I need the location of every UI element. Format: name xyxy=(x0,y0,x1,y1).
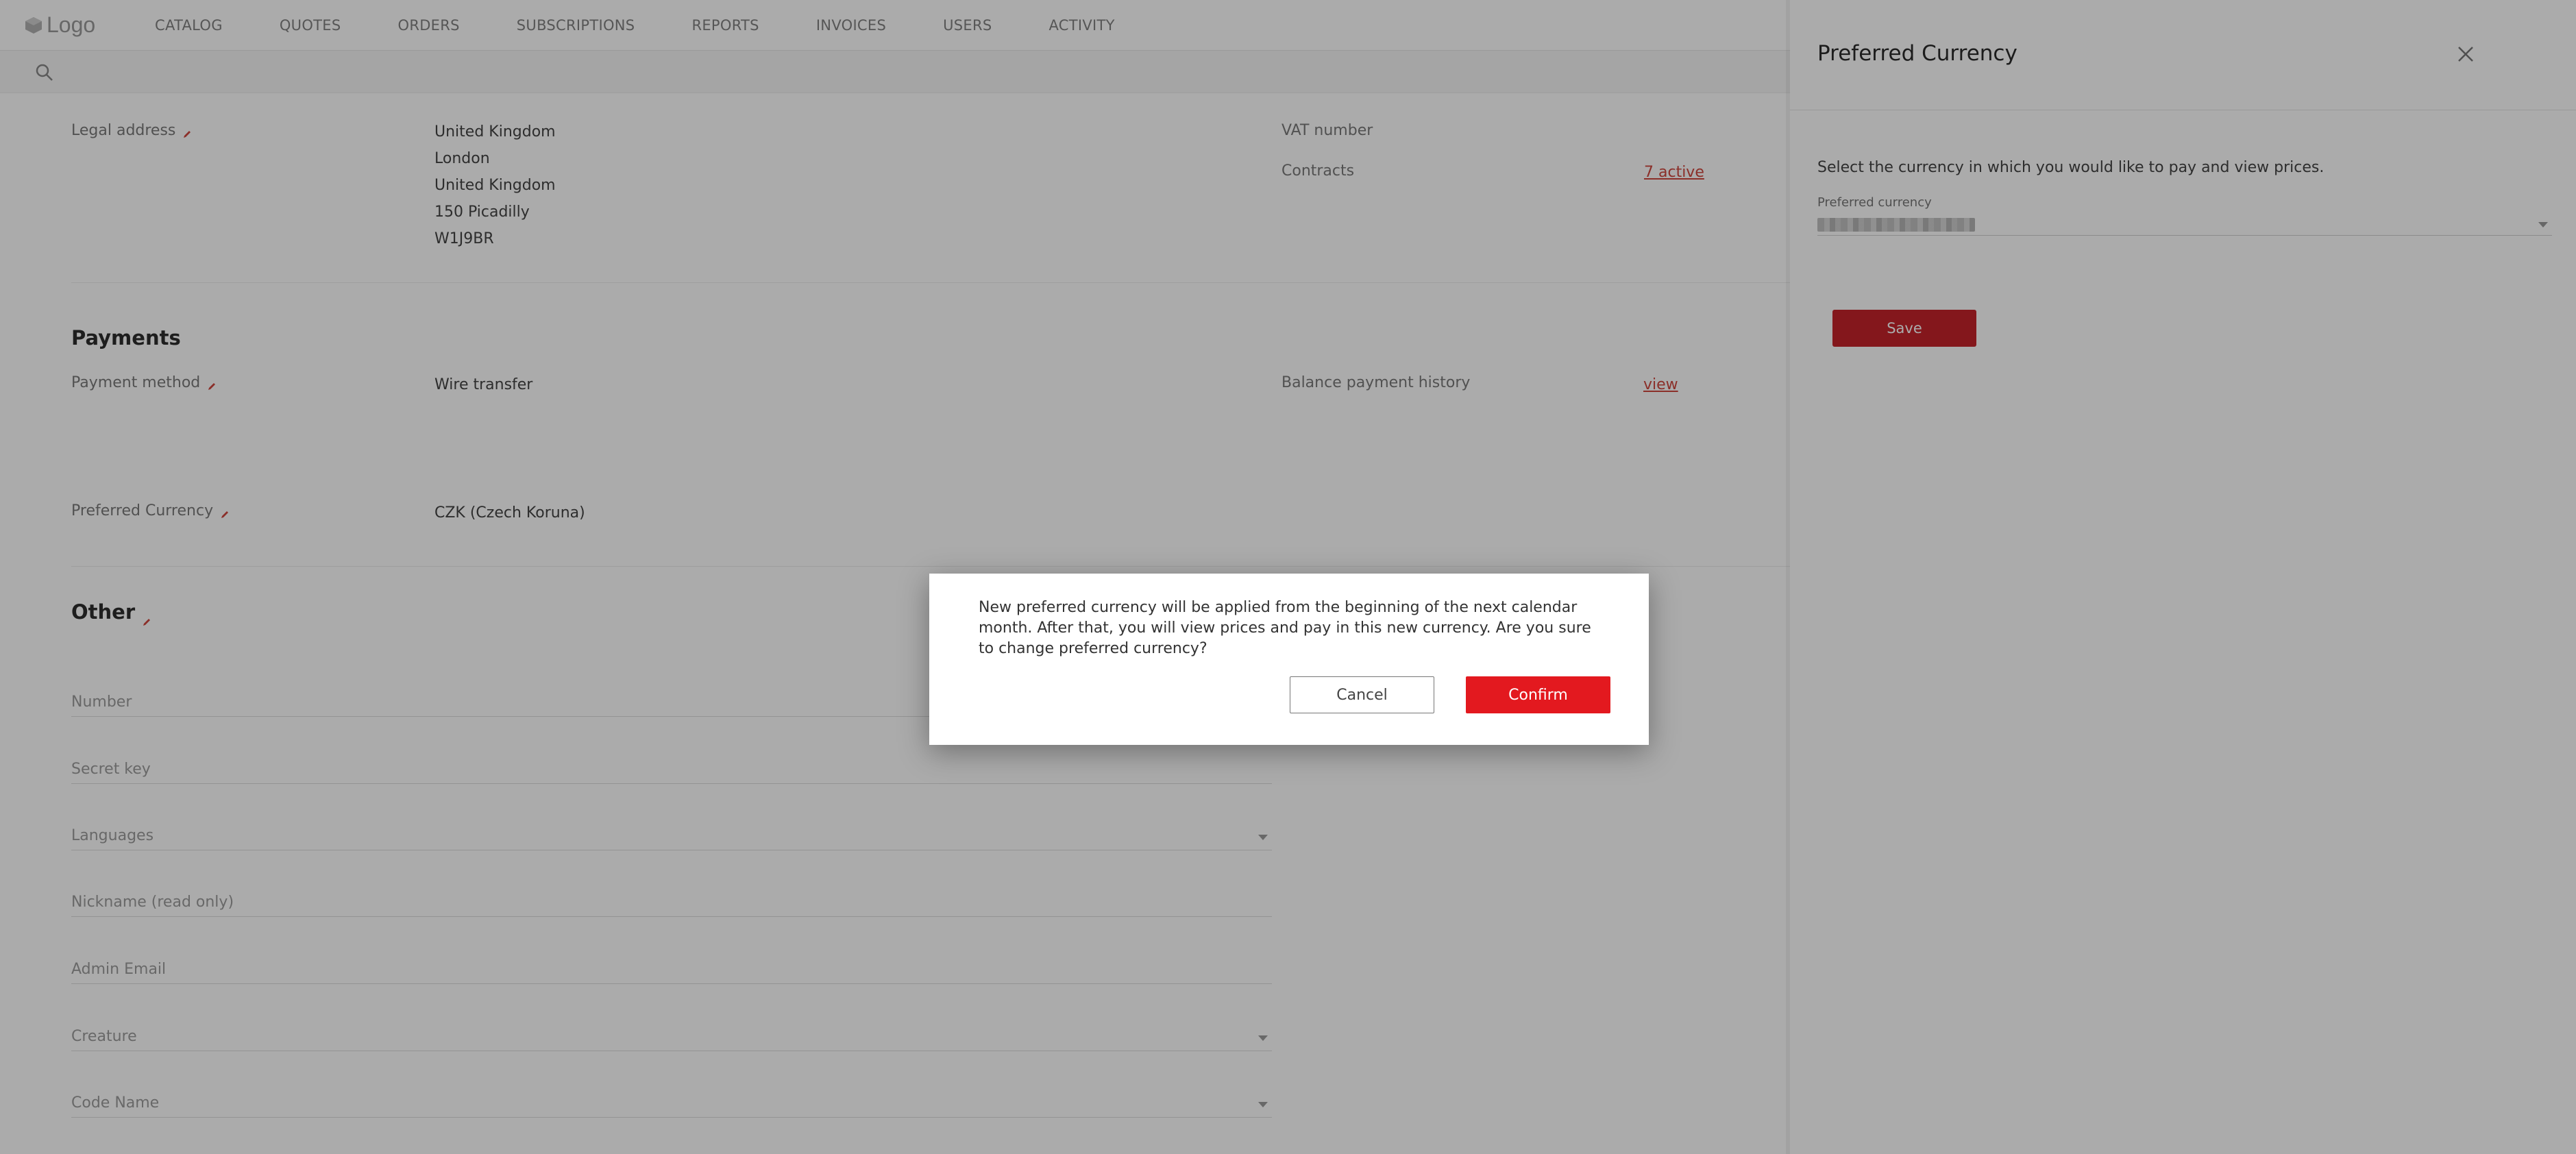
confirm-dialog: New preferred currency will be applied f… xyxy=(929,574,1649,745)
dialog-message: New preferred currency will be applied f… xyxy=(979,599,1591,657)
confirm-button[interactable]: Confirm xyxy=(1466,676,1610,713)
cancel-button[interactable]: Cancel xyxy=(1290,676,1434,713)
